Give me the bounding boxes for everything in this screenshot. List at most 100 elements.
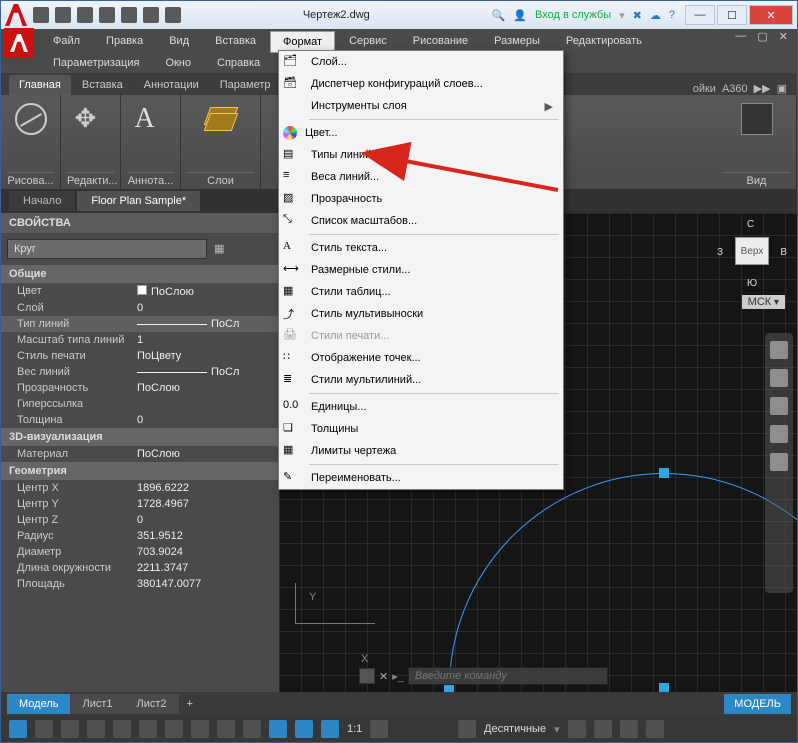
prop-color-v[interactable]: ПоСлою (137, 285, 279, 298)
ribbon-expand-icon[interactable]: ▣ (777, 82, 787, 95)
quickselect-icon[interactable]: ▦ (214, 243, 224, 255)
viewcube-home[interactable]: МСК ▾ (742, 295, 785, 309)
ribbon-tab-a360[interactable]: A360 (722, 83, 748, 95)
selection-combo[interactable]: Круг (7, 239, 207, 259)
vc-south[interactable]: Ю (747, 278, 757, 289)
mi-thickness[interactable]: ❏Толщины (279, 418, 563, 440)
sb-grid-icon[interactable] (9, 720, 27, 738)
doc-min-icon[interactable]: — (731, 30, 750, 43)
prop-mat-v[interactable]: ПоСлою (137, 448, 279, 460)
nav-showmotion-icon[interactable] (770, 453, 788, 471)
layout-add-button[interactable]: + (179, 694, 201, 714)
qat-new-icon[interactable] (33, 7, 49, 23)
ribbon-tab-insert[interactable]: Вставка (72, 75, 133, 95)
prop-cx-v[interactable]: 1896.6222 (137, 482, 279, 494)
sb-ws-icon[interactable] (458, 720, 476, 738)
cloud-icon[interactable]: ☁ (650, 9, 661, 22)
menu-insert[interactable]: Вставка (203, 31, 268, 53)
prop-area-v[interactable]: 380147.0077 (137, 578, 279, 590)
mi-ptstyle[interactable]: ∷Отображение точек... (279, 347, 563, 369)
sb-cycle-icon[interactable] (295, 720, 313, 738)
mi-scalelist[interactable]: ⤡Список масштабов... (279, 210, 563, 232)
ribbon-tab-trunc[interactable]: ойки (693, 83, 716, 95)
menu-view[interactable]: Вид (157, 31, 201, 53)
prop-thick-v[interactable]: 0 (137, 414, 279, 426)
menu-modify[interactable]: Редактировать (554, 31, 654, 53)
qat-save-icon[interactable] (77, 7, 93, 23)
maximize-button[interactable]: ☐ (717, 5, 747, 25)
qat-saveas-icon[interactable] (99, 7, 115, 23)
prop-r-v[interactable]: 351.9512 (137, 530, 279, 542)
sb-transp-icon[interactable] (243, 720, 261, 738)
command-input[interactable] (408, 667, 608, 685)
mi-layermgr[interactable]: 🗃Диспетчер конфигураций слоев... (279, 73, 563, 95)
nav-zoom-icon[interactable] (770, 397, 788, 415)
sb-units[interactable]: Десятичные (484, 723, 546, 735)
sb-clean-icon[interactable] (620, 720, 638, 738)
layers-button[interactable] (201, 99, 241, 139)
grip-top[interactable] (659, 468, 669, 478)
grip-center[interactable] (659, 683, 669, 692)
viewcube[interactable]: С З В Ю Верх (717, 219, 787, 289)
user-icon[interactable]: 👤 (513, 9, 527, 22)
prop-transp-v[interactable]: ПоСлою (137, 382, 279, 394)
qat-open-icon[interactable] (55, 7, 71, 23)
signin-link[interactable]: Вход в службы (535, 9, 611, 21)
mi-textstyle[interactable]: AСтиль текста... (279, 237, 563, 259)
prop-plot-v[interactable]: ПоЦвету (137, 350, 279, 362)
prop-lw-v[interactable]: ПоСл (137, 366, 279, 378)
cmd-handle-icon[interactable] (359, 668, 375, 684)
ribbon-play-icon[interactable]: ▶▶ (754, 82, 771, 95)
edit-move-button[interactable]: ✥ (71, 99, 111, 139)
mi-rename[interactable]: ✎Переименовать... (279, 467, 563, 489)
sb-scale[interactable]: 1:1 (347, 723, 362, 735)
menu-window[interactable]: Окно (153, 53, 203, 73)
prop-ltype-v[interactable]: ПоСл (137, 318, 279, 330)
mi-mlinestyle[interactable]: ≣Стили мультилиний... (279, 369, 563, 391)
vc-top-face[interactable]: Верх (735, 237, 769, 265)
prop-circ-v[interactable]: 2211.3747 (137, 562, 279, 574)
mi-tablestyle[interactable]: ▦Стили таблиц... (279, 281, 563, 303)
nav-pan-icon[interactable] (770, 369, 788, 387)
app-menu-button[interactable] (4, 28, 34, 58)
menu-file[interactable]: Файл (41, 31, 92, 53)
layout-tab-model[interactable]: Модель (7, 694, 70, 714)
doc-close-icon[interactable]: ✕ (775, 30, 792, 43)
sb-gear-icon[interactable] (370, 720, 388, 738)
mi-dimstyle[interactable]: ⟷Размерные стили... (279, 259, 563, 281)
qat-undo-icon[interactable] (143, 7, 159, 23)
tilemode-button[interactable]: МОДЕЛЬ (724, 694, 791, 714)
mi-limits[interactable]: ▦Лимиты чертежа (279, 440, 563, 462)
qat-redo-icon[interactable] (165, 7, 181, 23)
minimize-button[interactable]: — (685, 5, 715, 25)
ribbon-tab-home[interactable]: Главная (9, 75, 71, 95)
sb-lwt-icon[interactable] (217, 720, 235, 738)
prop-ltscale-v[interactable]: 1 (137, 334, 279, 346)
vc-west[interactable]: З (717, 247, 723, 258)
ribbon-tab-annot[interactable]: Аннотации (134, 75, 209, 95)
sb-otrack-icon[interactable] (165, 720, 183, 738)
sb-qp-icon[interactable] (269, 720, 287, 738)
nav-wheel-icon[interactable] (770, 341, 788, 359)
prop-link-v[interactable] (137, 398, 279, 410)
vc-east[interactable]: В (780, 247, 787, 258)
sb-ortho-icon[interactable] (61, 720, 79, 738)
menu-edit[interactable]: Правка (94, 31, 155, 53)
mi-mleaderstyle[interactable]: ⤴Стиль мультивыноски (279, 303, 563, 325)
prop-d-v[interactable]: 703.9024 (137, 546, 279, 558)
search-icon[interactable]: 🔍 (492, 9, 506, 22)
doctab-home[interactable]: Начало (9, 191, 75, 211)
sb-polar-icon[interactable] (87, 720, 105, 738)
text-button[interactable]: A (131, 99, 171, 139)
vc-north[interactable]: С (747, 219, 754, 230)
sb-dyn-icon[interactable] (191, 720, 209, 738)
menu-help[interactable]: Справка (205, 53, 272, 73)
mi-units[interactable]: 0.0Единицы... (279, 396, 563, 418)
help-icon[interactable]: ? (669, 9, 675, 21)
prop-layer-v[interactable]: 0 (137, 302, 279, 314)
nav-orbit-icon[interactable] (770, 425, 788, 443)
layout-tab-l1[interactable]: Лист1 (70, 694, 124, 714)
view-button[interactable] (737, 99, 777, 139)
sb-iso-icon[interactable] (568, 720, 586, 738)
exchange-icon[interactable]: ✖ (633, 9, 642, 22)
